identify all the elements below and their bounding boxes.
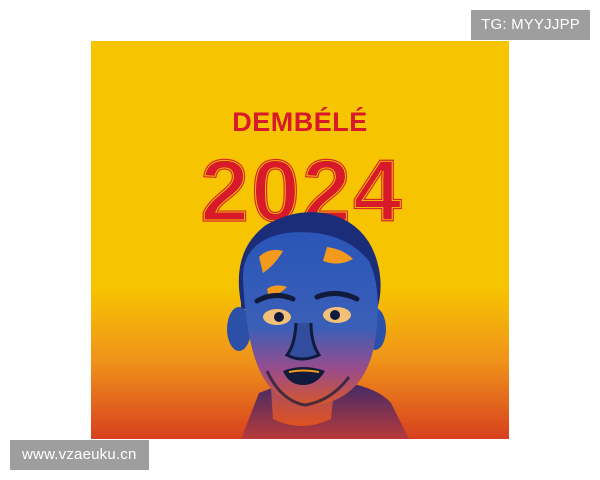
poster-artwork: DEMBÉLÉ 2024 2024 bbox=[91, 41, 509, 439]
poster-image: DEMBÉLÉ 2024 2024 bbox=[91, 41, 509, 439]
telegram-watermark: TG: MYYJJPP bbox=[471, 10, 590, 40]
player-name-title: DEMBÉLÉ bbox=[232, 106, 368, 137]
portrait-pupil-right bbox=[330, 310, 340, 320]
site-watermark: www.vzaeuku.cn bbox=[10, 440, 149, 470]
page: DEMBÉLÉ 2024 2024 TG: MYYJJPP www.vzaeuk… bbox=[0, 0, 600, 480]
site-watermark-text: www.vzaeuku.cn bbox=[22, 446, 137, 463]
portrait-pupil-left bbox=[274, 312, 284, 322]
telegram-watermark-text: TG: MYYJJPP bbox=[481, 16, 580, 33]
